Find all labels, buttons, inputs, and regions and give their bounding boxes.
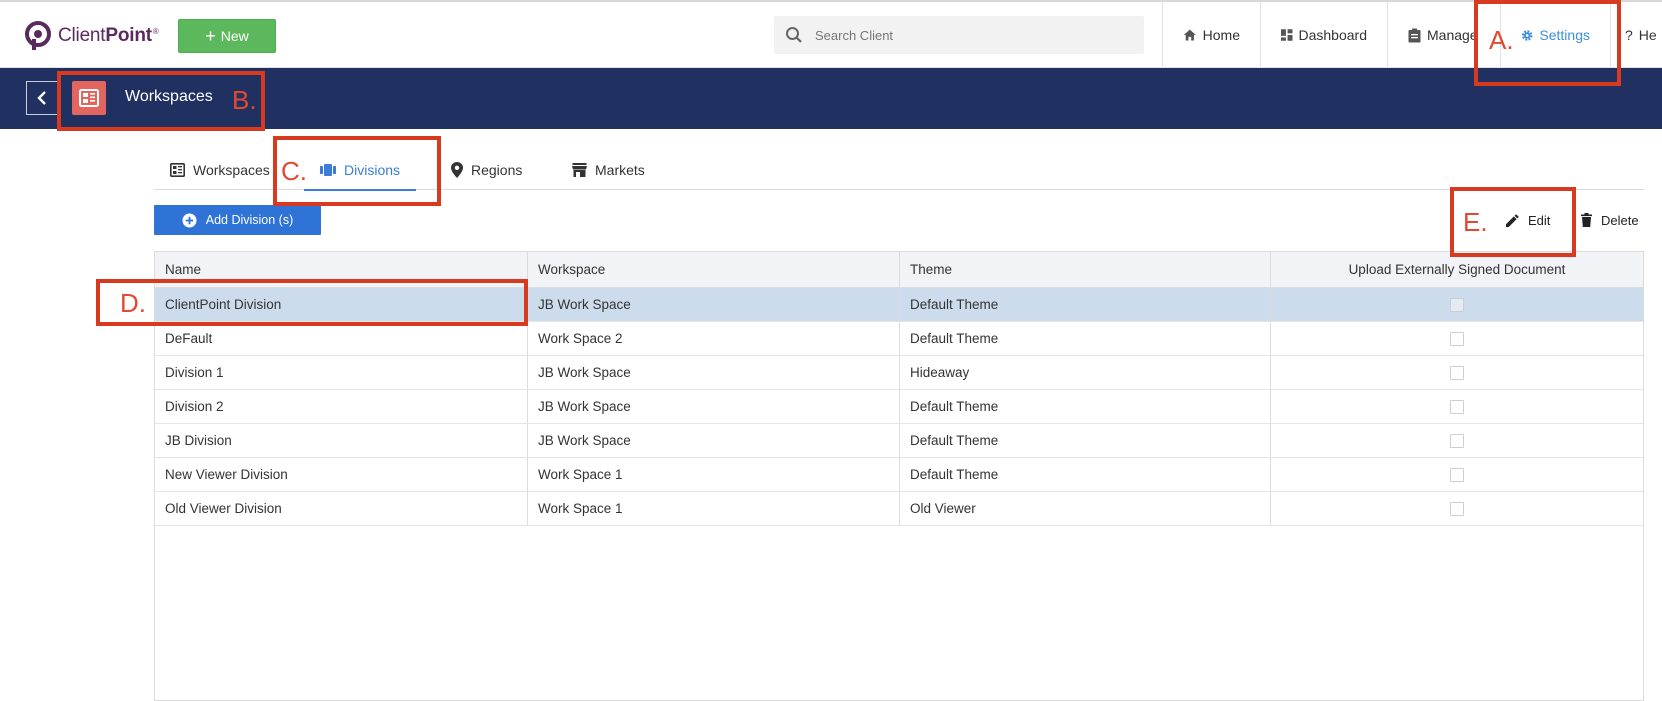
cell-upload bbox=[1271, 356, 1643, 389]
cell-theme: Default Theme bbox=[900, 390, 1271, 423]
cell-upload bbox=[1271, 458, 1643, 491]
table-row[interactable]: JB Division JB Work Space Default Theme bbox=[155, 424, 1643, 458]
logo-wordmark: ClientPoint® bbox=[58, 25, 159, 46]
chevron-left-icon bbox=[37, 91, 46, 105]
new-button-label: New bbox=[220, 28, 249, 44]
new-button[interactable]: + New bbox=[178, 19, 276, 53]
tab-regions[interactable]: Regions bbox=[451, 150, 522, 190]
home-icon bbox=[1183, 29, 1196, 41]
upload-checkbox[interactable] bbox=[1450, 365, 1464, 380]
nav-dashboard[interactable]: Dashboard bbox=[1260, 2, 1387, 68]
cell-upload bbox=[1271, 424, 1643, 457]
upload-checkbox[interactable] bbox=[1450, 433, 1464, 448]
dashboard-icon bbox=[1281, 29, 1293, 41]
cell-name: New Viewer Division bbox=[155, 458, 528, 491]
location-pin-icon bbox=[451, 162, 463, 178]
top-header: ClientPoint® + New Home Dashboard Manage… bbox=[0, 0, 1662, 68]
cell-upload bbox=[1271, 492, 1643, 525]
annotation-label-a: A. bbox=[1489, 25, 1514, 55]
search-box[interactable] bbox=[774, 16, 1144, 54]
workspace-icon bbox=[170, 163, 185, 177]
column-header-theme[interactable]: Theme bbox=[900, 252, 1271, 287]
upload-checkbox[interactable] bbox=[1450, 331, 1464, 346]
tab-markets[interactable]: Markets bbox=[572, 150, 645, 190]
annotation-box-d bbox=[96, 279, 528, 326]
upload-checkbox[interactable] bbox=[1450, 467, 1464, 482]
search-icon bbox=[786, 27, 802, 43]
cell-name: Division 1 bbox=[155, 356, 528, 389]
plus-icon: + bbox=[205, 26, 216, 46]
store-icon bbox=[572, 163, 587, 177]
delete-button[interactable]: Delete bbox=[1581, 210, 1639, 230]
back-button[interactable] bbox=[26, 81, 58, 115]
add-circle-icon bbox=[182, 213, 197, 227]
upload-checkbox[interactable] bbox=[1450, 501, 1464, 516]
cell-workspace: Work Space 1 bbox=[528, 492, 900, 525]
cell-workspace: Work Space 1 bbox=[528, 458, 900, 491]
cell-workspace: JB Work Space bbox=[528, 288, 900, 321]
annotation-label-c: C. bbox=[281, 156, 307, 186]
cell-upload bbox=[1271, 390, 1643, 423]
cell-theme: Old Viewer bbox=[900, 492, 1271, 525]
annotation-label-b: B. bbox=[232, 85, 257, 115]
cell-upload bbox=[1271, 322, 1643, 355]
cell-workspace: JB Work Space bbox=[528, 424, 900, 457]
cell-theme: Default Theme bbox=[900, 288, 1271, 321]
cell-theme: Default Theme bbox=[900, 458, 1271, 491]
nav-home[interactable]: Home bbox=[1162, 2, 1260, 68]
upload-checkbox[interactable] bbox=[1450, 297, 1464, 312]
clipboard-icon bbox=[1408, 28, 1421, 42]
cell-workspace: Work Space 2 bbox=[528, 322, 900, 355]
cell-theme: Default Theme bbox=[900, 424, 1271, 457]
cell-name: JB Division bbox=[155, 424, 528, 457]
cell-workspace: JB Work Space bbox=[528, 390, 900, 423]
table-row[interactable]: New Viewer Division Work Space 1 Default… bbox=[155, 458, 1643, 492]
cell-workspace: JB Work Space bbox=[528, 356, 900, 389]
tab-workspaces[interactable]: Workspaces bbox=[170, 150, 270, 190]
column-header-upload[interactable]: Upload Externally Signed Document bbox=[1271, 252, 1643, 287]
clientpoint-logo[interactable]: ClientPoint® bbox=[24, 20, 159, 52]
cell-name: Old Viewer Division bbox=[155, 492, 528, 525]
search-input[interactable] bbox=[815, 27, 1115, 43]
annotation-label-e: E. bbox=[1463, 207, 1488, 237]
table-row[interactable]: DeFault Work Space 2 Default Theme bbox=[155, 322, 1643, 356]
add-division-button[interactable]: Add Division (s) bbox=[154, 205, 321, 235]
cell-upload bbox=[1271, 288, 1643, 321]
cell-theme: Hideaway bbox=[900, 356, 1271, 389]
column-header-workspace[interactable]: Workspace bbox=[528, 252, 900, 287]
upload-checkbox[interactable] bbox=[1450, 399, 1464, 414]
table-row[interactable]: Division 2 JB Work Space Default Theme bbox=[155, 390, 1643, 424]
clientpoint-logo-icon bbox=[25, 21, 51, 50]
table-row[interactable]: Old Viewer Division Work Space 1 Old Vie… bbox=[155, 492, 1643, 526]
table-row[interactable]: Division 1 JB Work Space Hideaway bbox=[155, 356, 1643, 390]
help-icon: ? bbox=[1625, 27, 1633, 43]
cell-name: DeFault bbox=[155, 322, 528, 355]
cell-theme: Default Theme bbox=[900, 322, 1271, 355]
cell-name: Division 2 bbox=[155, 390, 528, 423]
annotation-label-d: D. bbox=[120, 288, 146, 318]
trash-icon bbox=[1581, 213, 1592, 227]
